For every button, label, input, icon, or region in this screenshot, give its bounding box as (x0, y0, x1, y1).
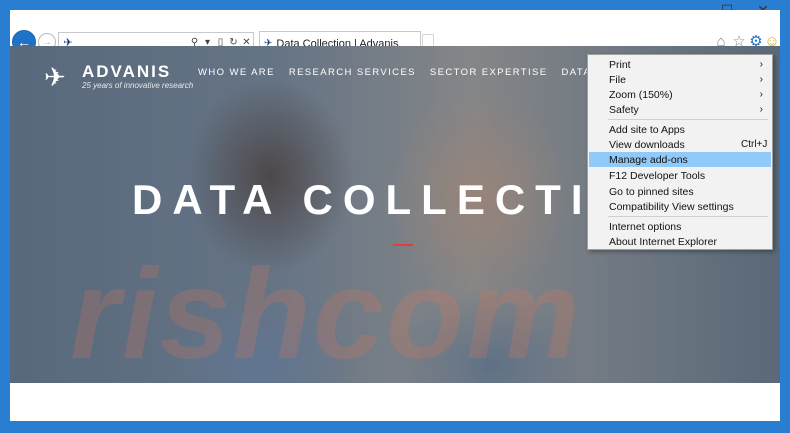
menu-item-f12-developer-tools[interactable]: F12 Developer Tools (589, 168, 771, 183)
menu-separator (608, 119, 768, 120)
browser-window: ─ ☐ ✕ ← → ✈ ⚲ ▾ ▯ ↻ ✕ ✈ Data Collection … (0, 0, 790, 433)
logo-tagline: 25 years of innovative research (82, 81, 194, 90)
menu-item-internet-options[interactable]: Internet options (589, 219, 771, 234)
hero-title: DATA COLLECTIO (132, 176, 636, 223)
browser-content-area: ← → ✈ ⚲ ▾ ▯ ↻ ✕ ✈ Data Collection | Adva… (10, 10, 780, 421)
page-footer-strip (10, 383, 780, 421)
menu-item-file[interactable]: File › (589, 72, 771, 87)
submenu-arrow-icon: › (759, 104, 763, 115)
tools-menu: Print › File › Zoom (150%) › Safety › Add si… (587, 54, 773, 250)
shortcut-label: Ctrl+J (741, 139, 768, 150)
menu-item-zoom[interactable]: Zoom (150%) › (589, 87, 771, 102)
hero-accent-rule (393, 244, 413, 246)
logo-name: ADVANIS (82, 62, 172, 81)
menu-item-pinned-sites[interactable]: Go to pinned sites (589, 184, 771, 199)
menu-item-about-ie[interactable]: About Internet Explorer (589, 234, 771, 249)
nav-who-we-are[interactable]: WHO WE ARE (198, 67, 275, 78)
nav-research-services[interactable]: RESEARCH SERVICES (289, 67, 416, 78)
submenu-arrow-icon: › (759, 59, 763, 70)
menu-item-add-site-to-apps[interactable]: Add site to Apps (589, 122, 771, 137)
menu-item-view-downloads[interactable]: View downloads Ctrl+J (589, 137, 771, 152)
submenu-arrow-icon: › (759, 74, 763, 85)
menu-item-print[interactable]: Print › (589, 57, 771, 72)
menu-item-manage-add-ons[interactable]: Manage add-ons (589, 152, 771, 167)
nav-sector-expertise[interactable]: SECTOR EXPERTISE (430, 67, 548, 78)
watermark: rishcom (70, 243, 582, 383)
menu-separator (608, 216, 768, 217)
submenu-arrow-icon: › (759, 89, 763, 100)
menu-item-safety[interactable]: Safety › (589, 102, 771, 117)
logo-mark-icon: ✈ (44, 62, 66, 92)
menu-item-compatibility-view[interactable]: Compatibility View settings (589, 199, 771, 214)
site-logo[interactable]: ✈ ADVANIS 25 years of innovative researc… (44, 60, 194, 92)
